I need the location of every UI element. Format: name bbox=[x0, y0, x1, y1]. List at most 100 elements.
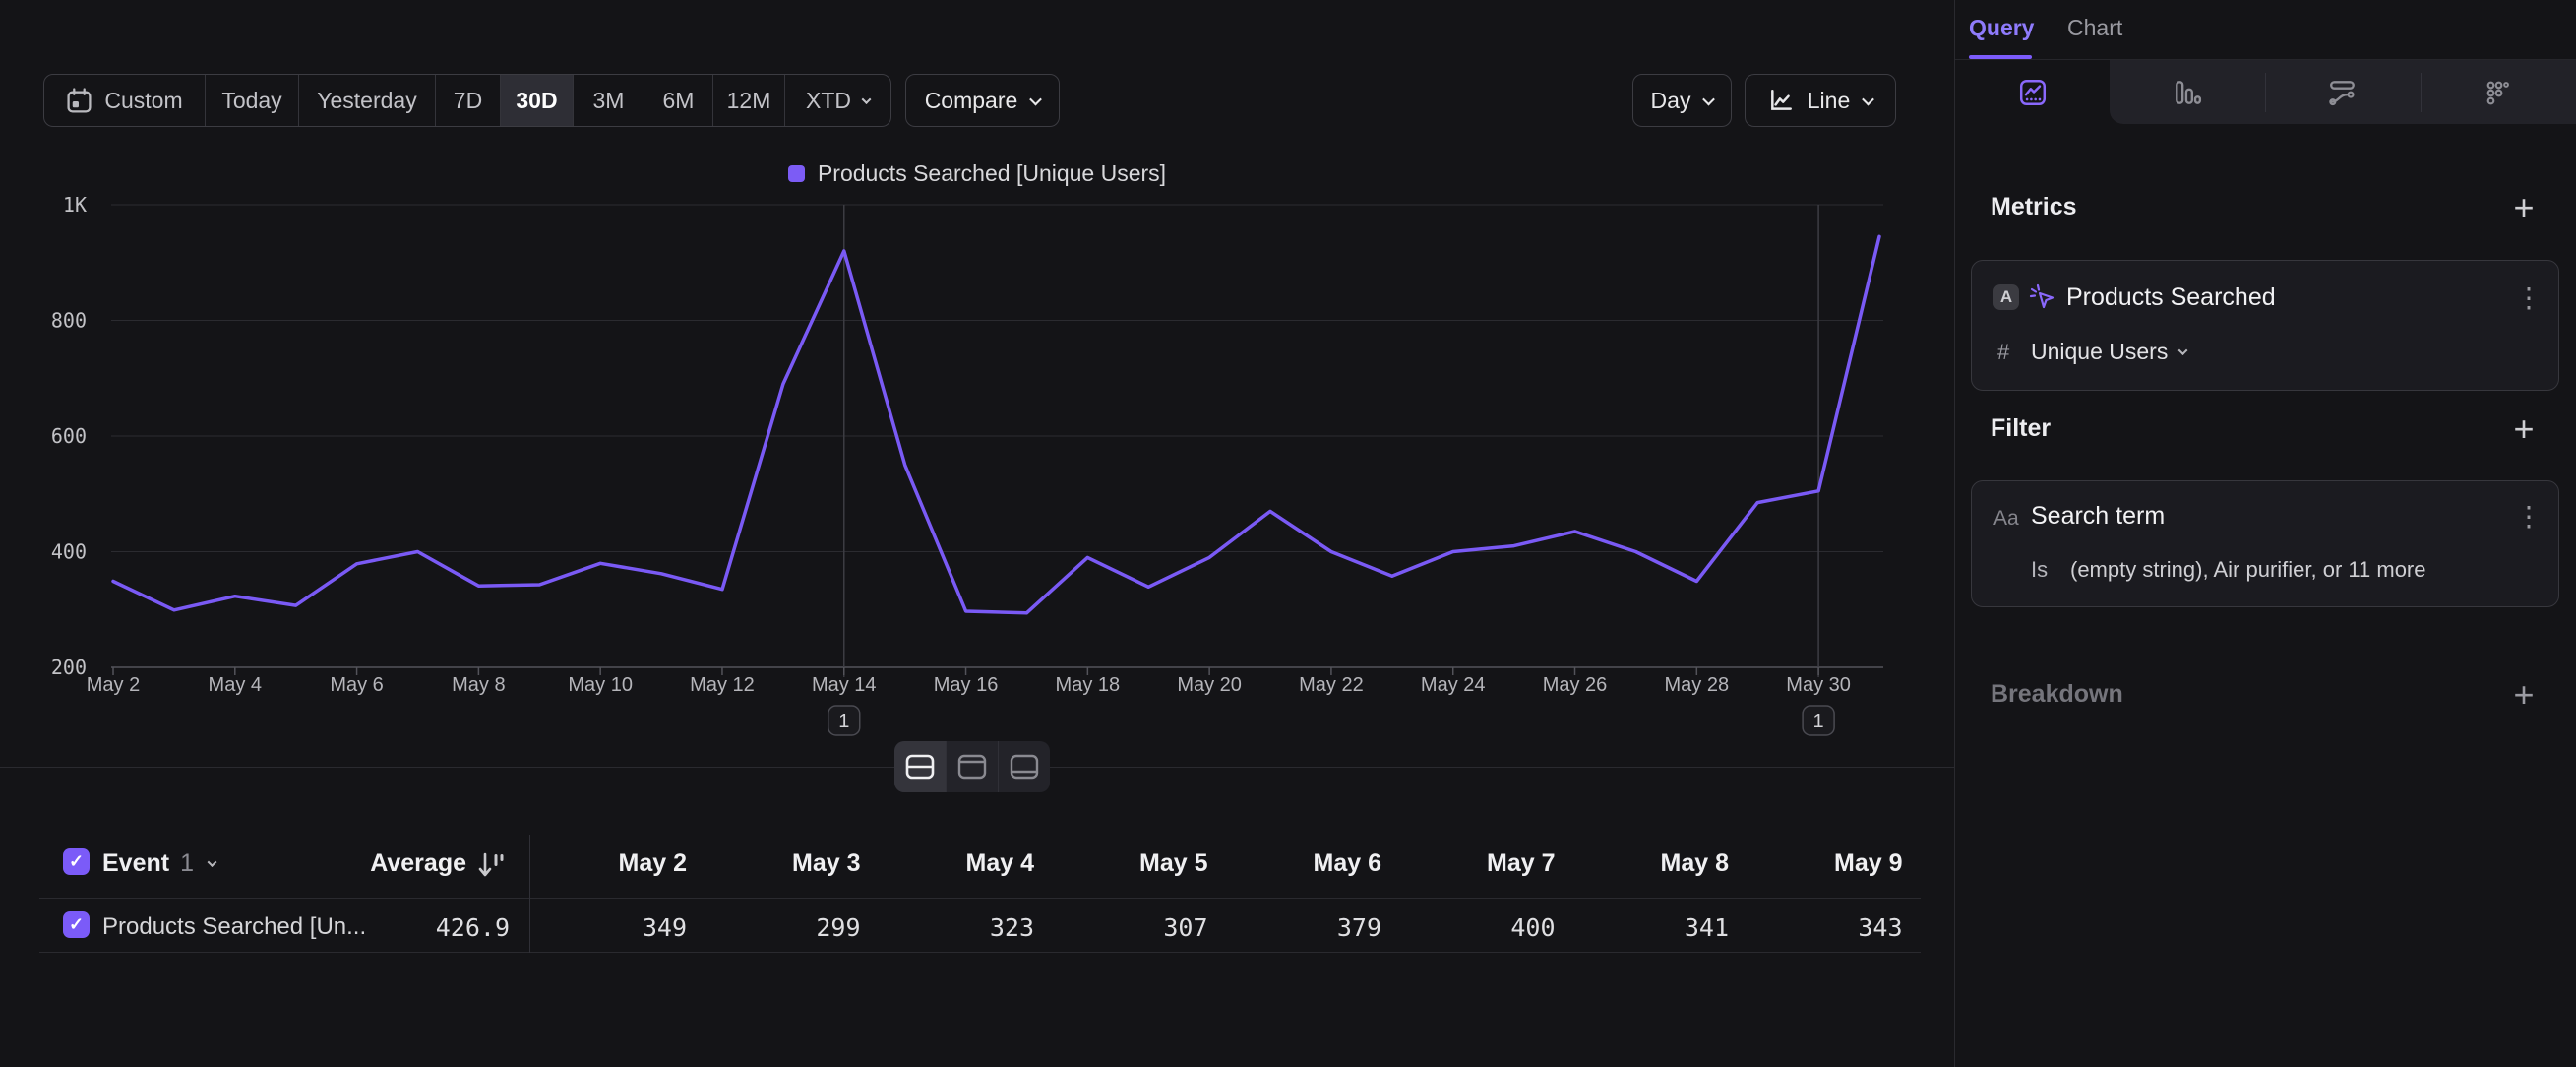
tab-query[interactable]: Query bbox=[1969, 0, 2034, 56]
add-filter-button[interactable]: + bbox=[2507, 412, 2541, 446]
x-axis-label: May 16 bbox=[934, 674, 999, 696]
range-yesterday[interactable]: Yesterday bbox=[299, 75, 436, 126]
date-column-header: May 3 bbox=[713, 849, 861, 878]
table-only-icon bbox=[1010, 754, 1039, 780]
compare-label: Compare bbox=[925, 88, 1018, 114]
analytics-app: Custom TodayYesterday7D 30D 3M 6M 12M XTD Comp… bbox=[0, 0, 2576, 1067]
granularity-label: Day bbox=[1651, 88, 1691, 114]
add-metric-button[interactable]: + bbox=[2507, 191, 2541, 224]
chart-type-tab-flows[interactable] bbox=[2265, 60, 2421, 124]
tab-chart[interactable]: Chart bbox=[2067, 0, 2122, 56]
event-count: 1 bbox=[180, 849, 194, 878]
add-breakdown-button[interactable]: + bbox=[2507, 678, 2541, 712]
chart-type-label: Line bbox=[1808, 88, 1850, 114]
range-3m[interactable]: 3M bbox=[574, 75, 644, 126]
series-line[interactable] bbox=[113, 236, 1879, 613]
chevron-down-icon bbox=[208, 857, 217, 867]
filter-value[interactable]: (empty string), Air purifier, or 11 more bbox=[2070, 557, 2426, 583]
range-30d[interactable]: 30D bbox=[501, 75, 574, 126]
split-view-icon bbox=[905, 754, 935, 780]
date-cell-value: 323 bbox=[887, 913, 1034, 942]
filter-menu-button[interactable]: ⋮ bbox=[2515, 503, 2543, 531]
sidebar-tabs: Query Chart bbox=[1955, 0, 2576, 60]
metric-menu-button[interactable]: ⋮ bbox=[2515, 284, 2543, 312]
chevron-down-icon bbox=[1862, 93, 1874, 105]
x-axis-label: May 2 bbox=[87, 674, 140, 696]
chart-type-tab-insights[interactable] bbox=[1955, 60, 2111, 124]
chart-type-tab-strip bbox=[2110, 60, 2576, 124]
range-custom[interactable]: Custom bbox=[44, 75, 206, 126]
range-7d[interactable]: 7D bbox=[436, 75, 501, 126]
date-cell-value: 379 bbox=[1234, 913, 1381, 942]
range-12m[interactable]: 12M bbox=[713, 75, 785, 126]
range-xtd[interactable]: XTD bbox=[785, 75, 890, 126]
date-cell-value: 307 bbox=[1061, 913, 1208, 942]
x-axis-label: May 22 bbox=[1299, 674, 1364, 696]
y-axis-label: 200 bbox=[51, 656, 87, 679]
range-6m[interactable]: 6M bbox=[644, 75, 713, 126]
string-property-icon: Aa bbox=[1993, 507, 2019, 531]
chart-type-tab-bar[interactable] bbox=[2110, 60, 2265, 124]
date-cell-value: 341 bbox=[1581, 913, 1729, 942]
metrics-heading: Metrics bbox=[1991, 193, 2077, 221]
sort-descending-icon[interactable] bbox=[478, 850, 504, 880]
date-column-header: May 6 bbox=[1234, 849, 1381, 878]
metric-letter-badge: A bbox=[1993, 284, 2019, 310]
metric-name: Products Searched bbox=[2066, 283, 2276, 312]
y-axis-label: 1K bbox=[63, 193, 87, 217]
range-label: Custom bbox=[104, 88, 182, 114]
legend-label: Products Searched [Unique Users] bbox=[818, 160, 1166, 187]
chevron-down-icon bbox=[1029, 93, 1042, 105]
chart-type-tab-retention[interactable] bbox=[2421, 60, 2576, 124]
filter-card[interactable]: Aa Search term ⋮ Is (empty string), Air … bbox=[1971, 480, 2559, 607]
chart-only-icon bbox=[957, 754, 987, 780]
chevron-down-icon bbox=[1703, 93, 1716, 105]
annotation-badge-label: 1 bbox=[1813, 711, 1824, 732]
layout-table-only-button[interactable] bbox=[999, 741, 1050, 792]
x-axis-label: May 4 bbox=[209, 674, 262, 696]
x-axis-label: May 12 bbox=[690, 674, 755, 696]
date-column-header: May 2 bbox=[539, 849, 687, 878]
range-today[interactable]: Today bbox=[206, 75, 299, 126]
aggregation-prefix: # bbox=[1997, 340, 2009, 365]
date-cell-value: 343 bbox=[1755, 913, 1903, 942]
filter-operator[interactable]: Is bbox=[2031, 557, 2048, 583]
chart-legend[interactable]: Products Searched [Unique Users] bbox=[0, 160, 1954, 187]
event-label: Event bbox=[102, 849, 169, 878]
event-column-dropdown[interactable]: Event 1 bbox=[102, 849, 215, 878]
line-chart-icon bbox=[1768, 88, 1794, 113]
filter-heading: Filter bbox=[1991, 414, 2051, 443]
date-cell-value: 400 bbox=[1408, 913, 1556, 942]
flows-icon bbox=[2328, 78, 2358, 107]
granularity-button[interactable]: Day bbox=[1632, 74, 1732, 127]
chart-type-button[interactable]: Line bbox=[1745, 74, 1896, 127]
chevron-down-icon bbox=[862, 94, 872, 104]
range-label: 30D bbox=[516, 88, 557, 114]
active-tab-underline bbox=[1969, 55, 2032, 59]
select-all-checkbox[interactable]: ✓ bbox=[63, 848, 90, 875]
metric-card[interactable]: A Products Searched ⋮ # Unique Users bbox=[1971, 260, 2559, 391]
table-row-divider bbox=[39, 898, 1921, 899]
range-label: 6M bbox=[663, 88, 695, 114]
date-column-header: May 7 bbox=[1408, 849, 1556, 878]
annotation-badge-label: 1 bbox=[838, 711, 849, 732]
aggregation-dropdown[interactable]: Unique Users bbox=[2031, 339, 2186, 365]
x-axis-label: May 20 bbox=[1177, 674, 1242, 696]
row-checkbox[interactable]: ✓ bbox=[63, 911, 90, 938]
date-range-control: Custom TodayYesterday7D 30D 3M 6M 12M XTD bbox=[43, 74, 891, 127]
layout-split-button[interactable] bbox=[894, 741, 947, 792]
x-axis-label: May 24 bbox=[1421, 674, 1486, 696]
y-axis-label: 600 bbox=[51, 424, 87, 448]
insights-line-chart-icon bbox=[2018, 78, 2048, 107]
y-axis-label: 400 bbox=[51, 540, 87, 564]
x-axis-label: May 18 bbox=[1056, 674, 1121, 696]
date-cell-value: 349 bbox=[539, 913, 687, 942]
range-label: 12M bbox=[727, 88, 771, 114]
chevron-down-icon bbox=[2178, 345, 2188, 355]
bar-chart-icon bbox=[2173, 78, 2202, 107]
layout-chart-only-button[interactable] bbox=[947, 741, 999, 792]
compare-button[interactable]: Compare bbox=[905, 74, 1060, 127]
range-label: 3M bbox=[593, 88, 625, 114]
filter-property-name: Search term bbox=[2031, 502, 2165, 531]
table-row-divider bbox=[39, 952, 1921, 953]
